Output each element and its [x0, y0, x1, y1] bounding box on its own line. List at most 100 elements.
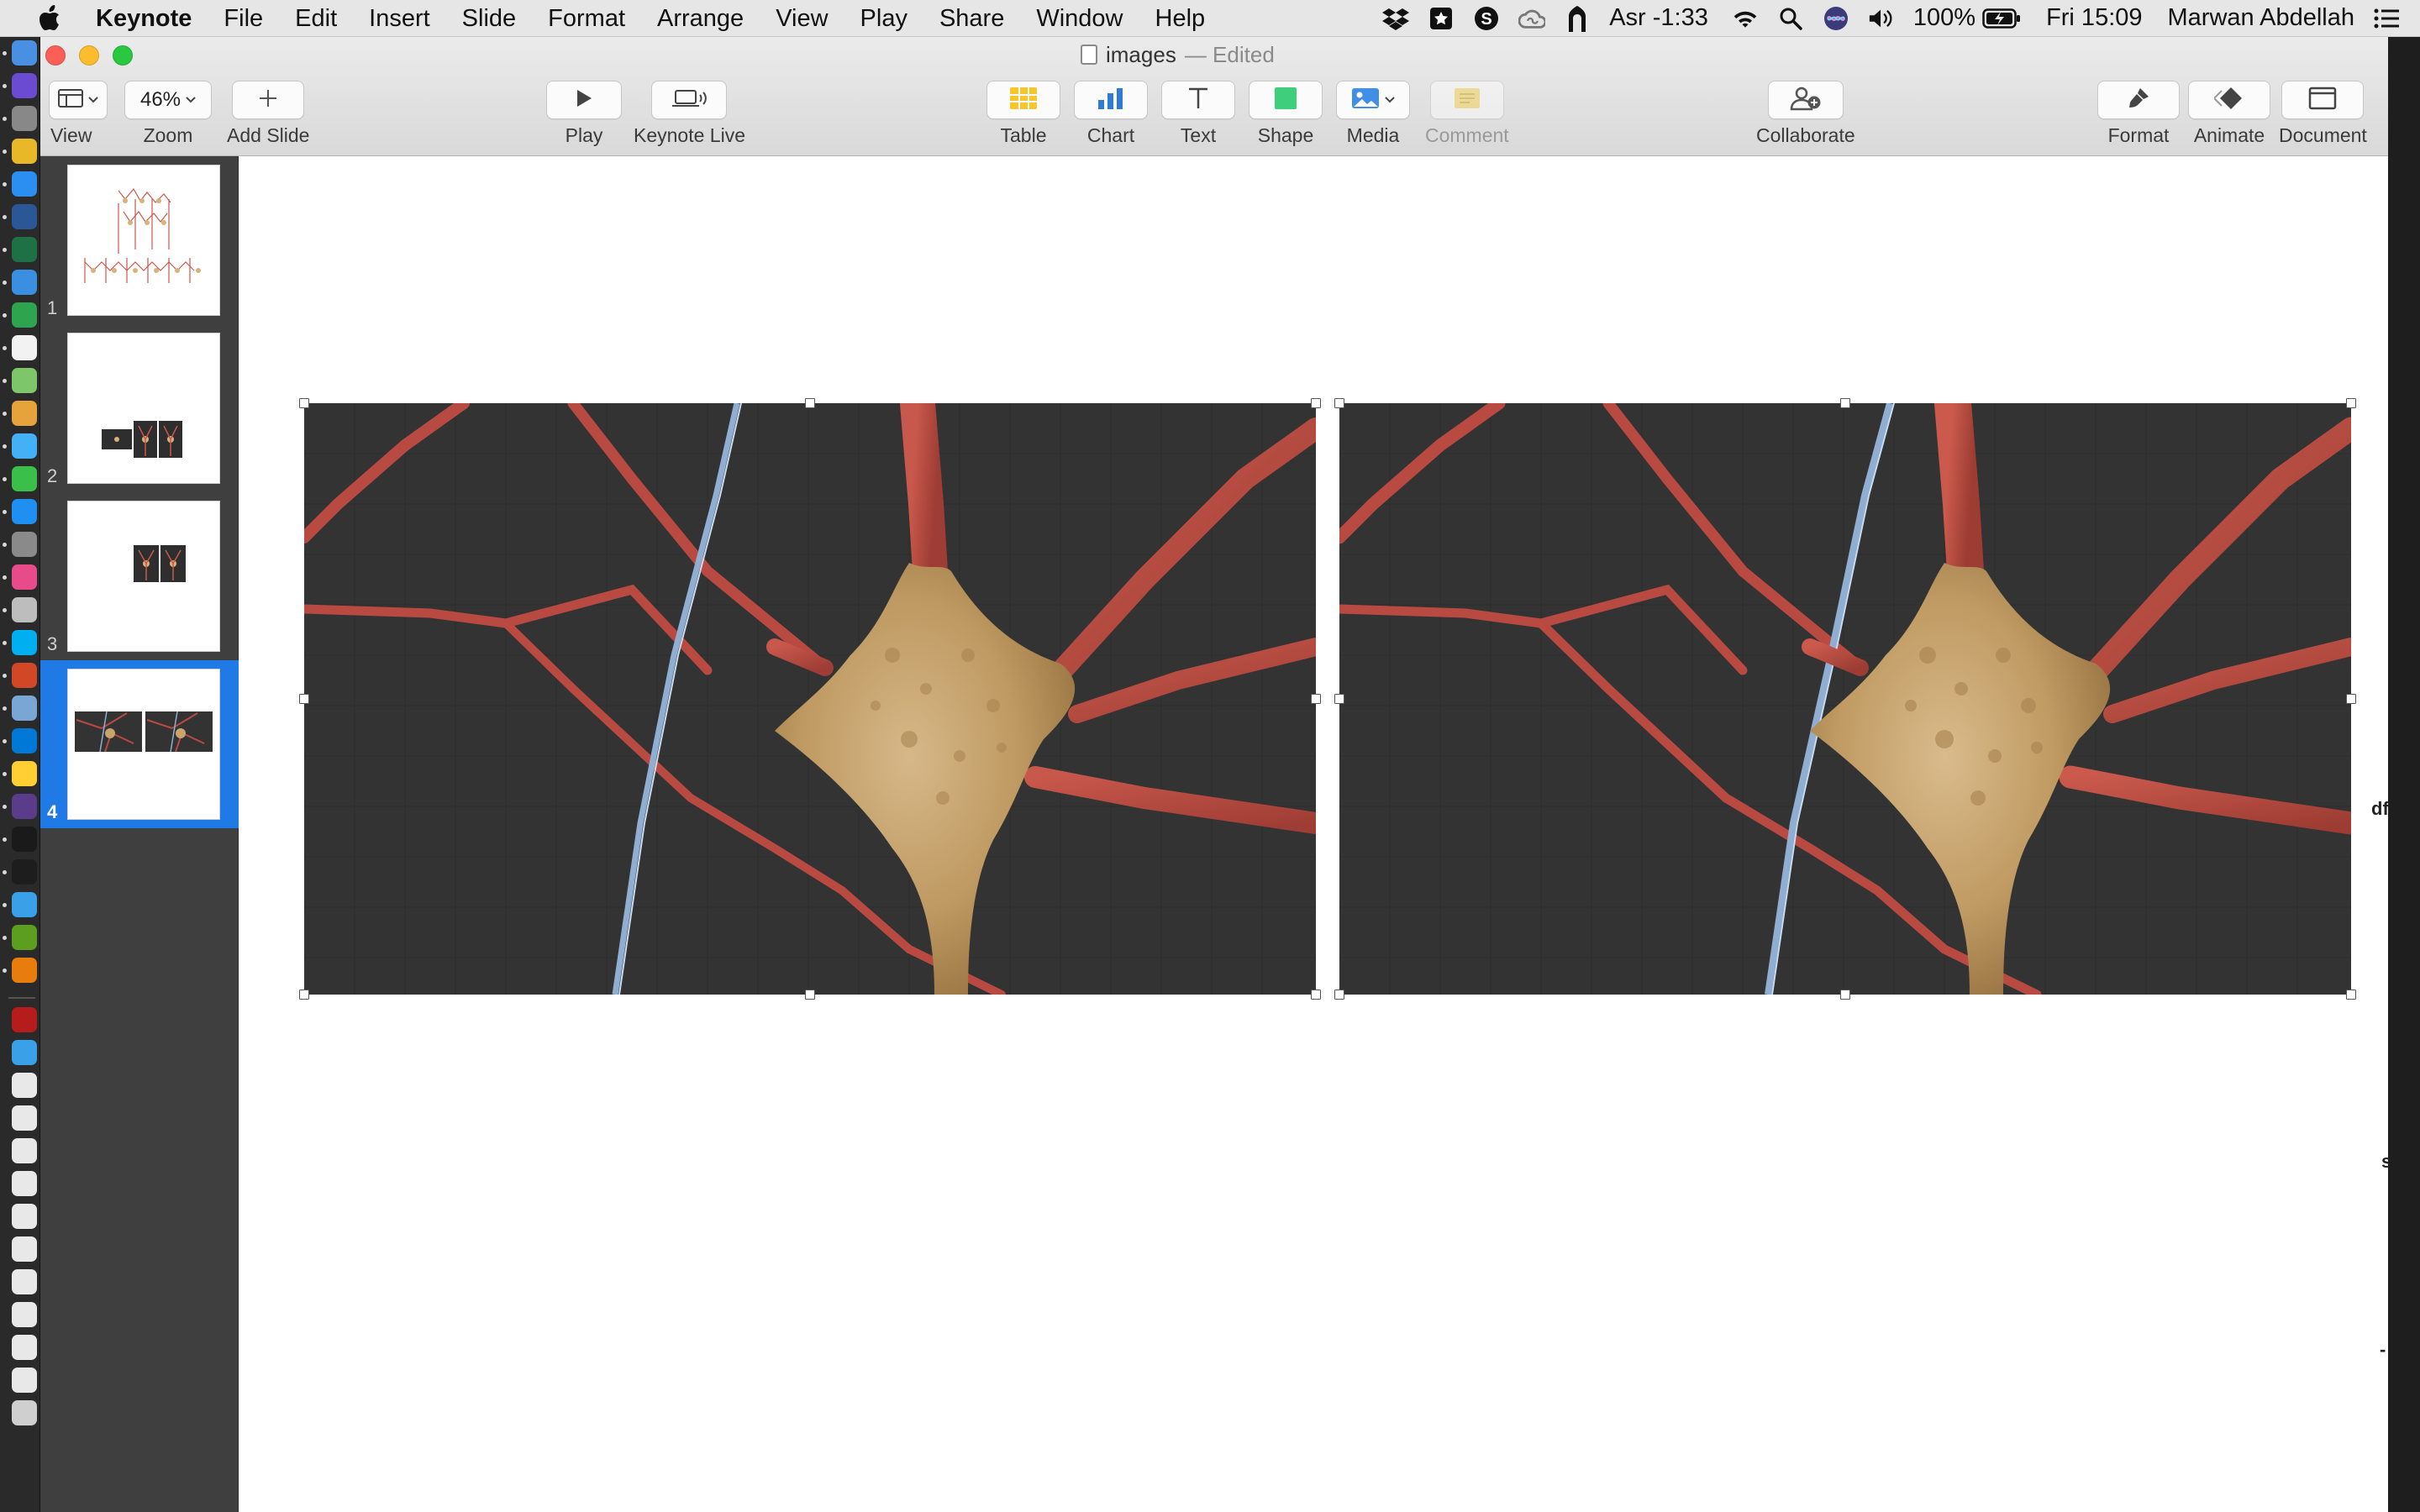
keynote-live-button[interactable] [651, 81, 728, 119]
skype-icon[interactable]: S [1473, 5, 1500, 32]
reader-icon[interactable] [1428, 5, 1455, 32]
creative-cloud-icon[interactable] [1518, 5, 1546, 32]
clock[interactable]: Fri 15:09 [2046, 4, 2142, 32]
appstore-icon[interactable] [12, 499, 37, 524]
skype-dock-icon[interactable] [12, 630, 37, 655]
file-icon[interactable] [12, 1335, 37, 1360]
resize-handle[interactable] [1334, 398, 1344, 408]
battery-icon[interactable] [1982, 5, 2021, 32]
paint-icon[interactable] [12, 761, 37, 786]
table-button[interactable] [986, 81, 1060, 119]
photos-icon[interactable] [12, 401, 37, 426]
resize-handle[interactable] [2346, 694, 2356, 704]
siri-icon[interactable] [1823, 5, 1849, 32]
resize-handle[interactable] [1840, 990, 1850, 1000]
slide-thumbnail-row[interactable]: 2 [40, 324, 239, 492]
resize-handle[interactable] [1311, 694, 1321, 704]
menu-window[interactable]: Window [1029, 0, 1129, 37]
resize-handle[interactable] [1840, 398, 1850, 408]
view-button[interactable] [49, 81, 108, 119]
resize-handle[interactable] [299, 990, 309, 1000]
preview-icon[interactable] [12, 696, 37, 721]
file-icon[interactable] [12, 1138, 37, 1163]
launchpad-icon[interactable] [12, 106, 37, 131]
excel-icon[interactable] [12, 237, 37, 262]
itunes-icon[interactable] [12, 564, 37, 590]
resize-handle[interactable] [299, 398, 309, 408]
menu-help[interactable]: Help [1149, 0, 1213, 37]
menu-format[interactable]: Format [541, 0, 632, 37]
menu-file[interactable]: File [217, 0, 270, 37]
disk-utility-icon[interactable] [12, 597, 37, 622]
resize-handle[interactable] [1311, 398, 1321, 408]
finder-icon[interactable] [12, 40, 37, 66]
format-button[interactable] [2097, 81, 2180, 119]
mosque-icon[interactable] [1564, 5, 1591, 32]
menu-edit[interactable]: Edit [288, 0, 344, 37]
dropbox-icon[interactable] [1382, 5, 1410, 32]
downloads-icon[interactable] [12, 1368, 37, 1393]
word-icon[interactable] [12, 204, 37, 229]
slide-thumbnail-row[interactable]: 3 [40, 492, 239, 660]
resize-handle[interactable] [805, 990, 815, 1000]
resize-handle[interactable] [805, 398, 815, 408]
slide-thumbnail[interactable] [67, 501, 220, 652]
file-icon[interactable] [12, 1204, 37, 1229]
keynote-icon[interactable] [12, 270, 37, 295]
play-button[interactable] [546, 81, 622, 119]
resize-handle[interactable] [299, 694, 309, 704]
trash-icon[interactable] [12, 1400, 37, 1425]
slide-thumbnail[interactable] [67, 669, 220, 820]
resize-handle[interactable] [1311, 990, 1321, 1000]
slide-thumbnail[interactable] [67, 333, 220, 484]
add-slide-button[interactable] [232, 81, 305, 119]
slide-thumbnail-row-selected[interactable]: 4 [40, 660, 239, 828]
file-icon[interactable] [12, 1105, 37, 1131]
system-prefs-icon[interactable] [12, 532, 37, 557]
wifi-icon[interactable] [1732, 5, 1759, 32]
resize-handle[interactable] [2346, 398, 2356, 408]
file-icon[interactable] [12, 1073, 37, 1098]
spotlight-icon[interactable] [1777, 5, 1804, 32]
menu-insert[interactable]: Insert [362, 0, 437, 37]
apple-icon[interactable] [30, 4, 72, 32]
skype-blue-icon[interactable] [12, 728, 37, 753]
menu-app-keynote[interactable]: Keynote [89, 0, 198, 37]
text-button[interactable] [1161, 81, 1235, 119]
messages-icon[interactable] [12, 433, 37, 459]
muse-icon[interactable] [12, 925, 37, 950]
file-icon[interactable] [12, 1269, 37, 1294]
file-icon[interactable] [12, 1236, 37, 1262]
shape-button[interactable] [1249, 81, 1323, 119]
file-icon[interactable] [12, 1171, 37, 1196]
media-button[interactable] [1336, 81, 1410, 119]
pycharm-icon[interactable] [12, 859, 37, 885]
menu-arrange[interactable]: Arrange [650, 0, 750, 37]
resize-handle[interactable] [1334, 694, 1344, 704]
slide-thumbnail[interactable] [67, 165, 220, 316]
menu-play[interactable]: Play [854, 0, 914, 37]
user-name[interactable]: Marwan Abdellah [2168, 4, 2354, 32]
zoom-select[interactable]: 46% [124, 81, 212, 119]
siri-dock-icon[interactable] [12, 73, 37, 98]
resize-handle[interactable] [2346, 990, 2356, 1000]
control-center-icon[interactable] [2373, 5, 2400, 32]
file-icon[interactable] [12, 1302, 37, 1327]
numbers-icon[interactable] [12, 302, 37, 328]
chart-button[interactable] [1074, 81, 1148, 119]
zoom-window-button[interactable] [113, 45, 133, 66]
blender-icon[interactable] [12, 958, 37, 983]
collaborate-button[interactable] [1767, 81, 1844, 119]
menu-view[interactable]: View [769, 0, 834, 37]
slide-image-left[interactable] [304, 403, 1316, 995]
volume-icon[interactable] [1868, 5, 1895, 32]
animate-button[interactable] [2188, 81, 2270, 119]
terminal-icon[interactable] [12, 827, 37, 852]
tex-icon[interactable] [12, 794, 37, 819]
comment-button[interactable] [1429, 81, 1504, 119]
chrome-icon[interactable] [12, 139, 37, 164]
acrobat-icon[interactable] [12, 1007, 37, 1032]
document-button[interactable] [2281, 81, 2365, 119]
slide-thumbnail-row[interactable]: 1 [40, 156, 239, 324]
vscode-icon[interactable] [12, 892, 37, 917]
